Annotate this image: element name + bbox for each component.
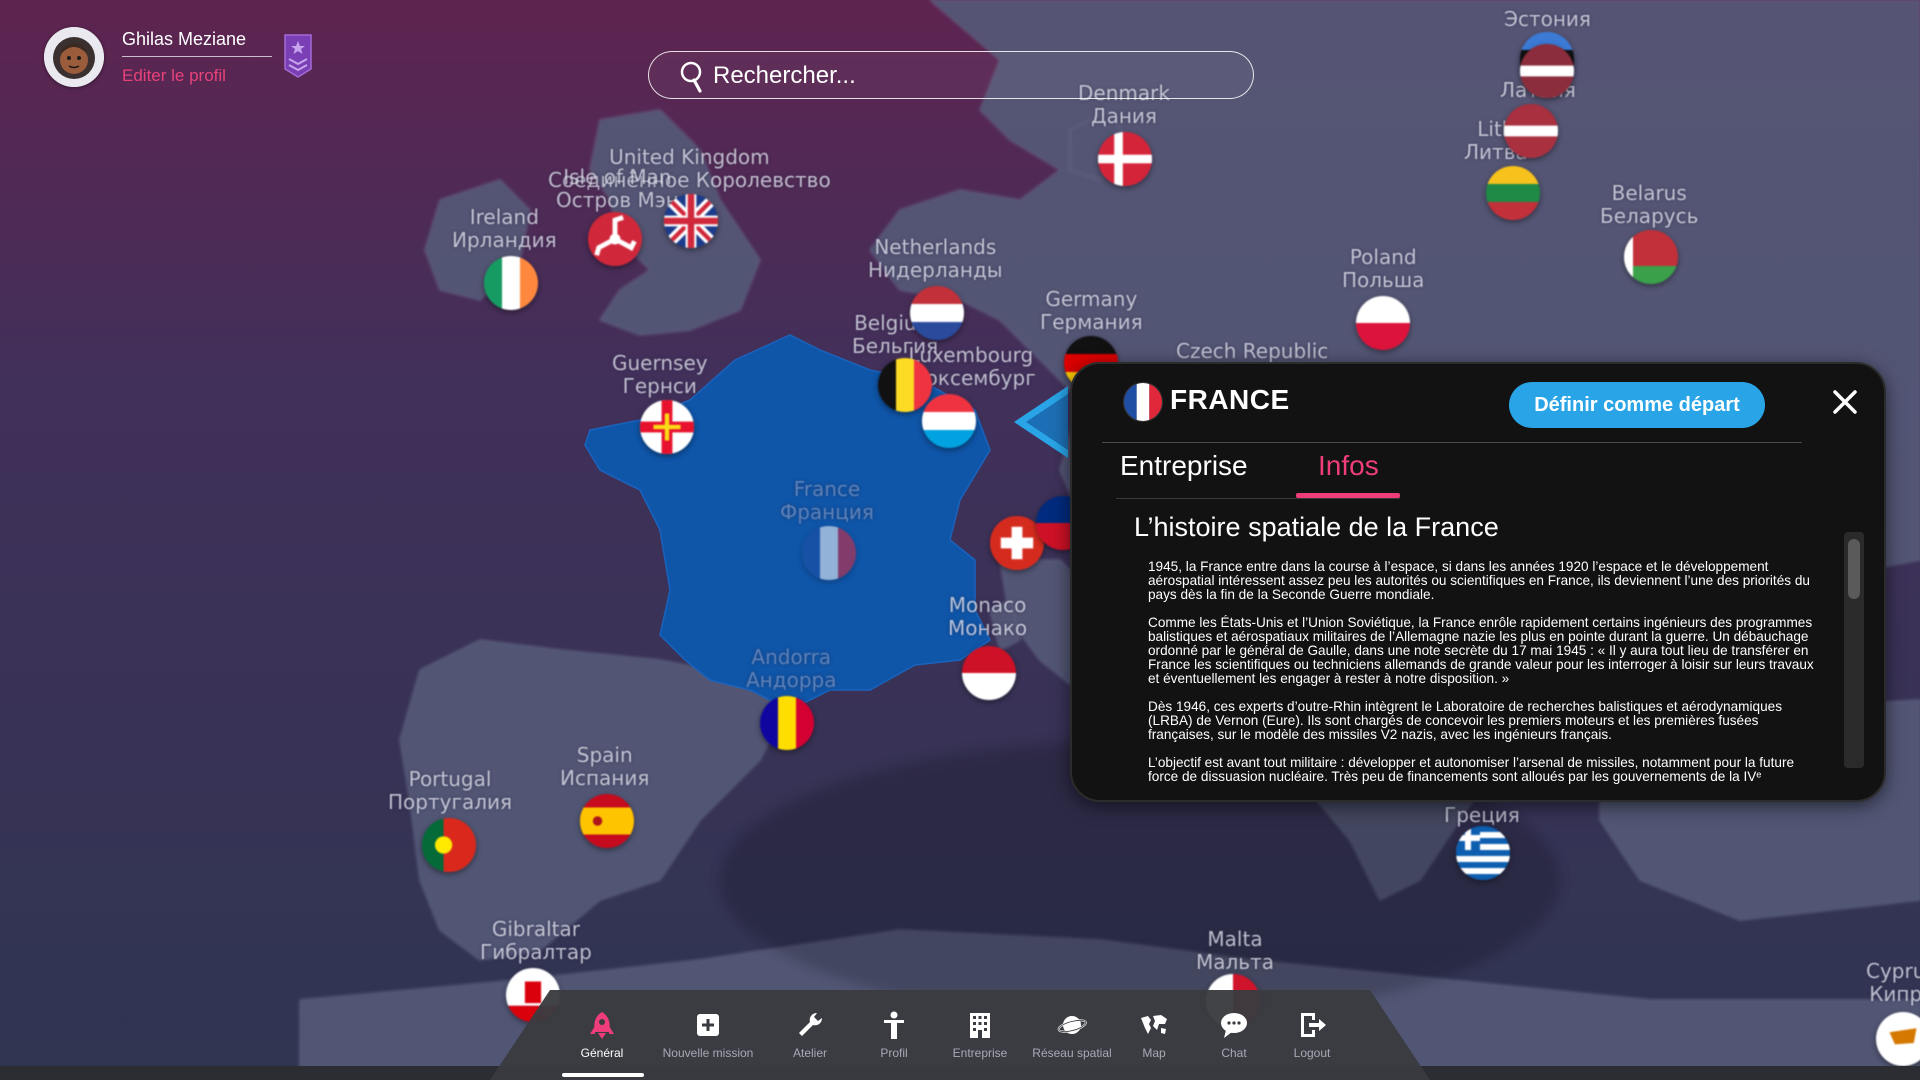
flag-france[interactable] [802, 526, 856, 580]
map-label-guernsey[interactable]: Guernsey Гернси [612, 352, 708, 398]
nav-entreprise[interactable]: Entreprise [930, 990, 1030, 1070]
map-label-czech[interactable]: Czech Republic [1176, 340, 1328, 363]
nav-new-mission[interactable]: Nouvelle mission [658, 990, 758, 1070]
nav-profil[interactable]: Profil [844, 990, 944, 1070]
tab-active-indicator [1296, 493, 1400, 498]
wrench-icon [799, 1012, 823, 1036]
close-icon[interactable] [1827, 384, 1863, 420]
article-paragraph: Dès 1946, ces experts d’outre-Rhin intèg… [1148, 699, 1782, 742]
planet-icon [1057, 1016, 1087, 1034]
flag-isle-of-man[interactable] [588, 212, 642, 266]
map-label-cyprus[interactable]: Cypru Кипр [1866, 960, 1920, 1006]
map-label-spain[interactable]: Spain Испания [560, 744, 649, 790]
article-paragraph: 1945, la France entre dans la course à l… [1148, 560, 1810, 602]
flag-netherlands[interactable] [910, 286, 964, 340]
france-flag-icon [1124, 383, 1162, 421]
scrollbar-thumb[interactable] [1848, 539, 1860, 599]
panel-pointer-arrow [1014, 386, 1068, 458]
map-label-andorra[interactable]: Andorra Андорра [746, 646, 836, 692]
map-label-malta[interactable]: Malta Мальта [1196, 928, 1274, 974]
flag-denmark[interactable] [1098, 132, 1152, 186]
flag-guernsey[interactable] [640, 400, 694, 454]
map-label-monaco[interactable]: Monaco Монако [948, 594, 1027, 640]
flag-united-kingdom[interactable] [664, 194, 718, 248]
bottom-nav: Général Nouvelle mission Atelier Profil [490, 990, 1450, 1080]
flag-lithuania-2[interactable] [1486, 166, 1540, 220]
country-info-panel: FRANCE Définir comme départ Entreprise I… [1070, 362, 1886, 802]
map-label-gibraltar[interactable]: Gibraltar Гибралтар [480, 918, 592, 964]
logout-icon [1301, 1013, 1326, 1037]
article-body[interactable]: 1945, la France entre dans la course à l… [1148, 560, 1824, 784]
rank-badge-icon [284, 34, 312, 78]
article-paragraph: Comme les États-Unis et l’Union Soviétiq… [1148, 615, 1814, 686]
map-label-poland[interactable]: Poland Польша [1342, 246, 1424, 292]
flag-ireland[interactable] [484, 256, 538, 310]
map-label-isle-of-man[interactable]: Isle of Man Остров Мэн [556, 166, 679, 212]
nav-general[interactable]: Général [552, 990, 652, 1070]
flag-belarus[interactable] [1624, 230, 1678, 284]
flag-poland[interactable] [1356, 296, 1410, 350]
person-icon [884, 1011, 904, 1039]
building-icon [970, 1013, 990, 1038]
flag-portugal[interactable] [422, 818, 476, 872]
map-label-estonia[interactable]: Эстония [1504, 8, 1591, 31]
flag-monaco[interactable] [962, 646, 1016, 700]
flag-belgium[interactable] [878, 358, 932, 412]
nav-label: Logout [1293, 1046, 1331, 1060]
article-title: L’histoire spatiale de la France [1134, 512, 1499, 542]
map-label-belarus[interactable]: Belarus Беларусь [1600, 182, 1698, 228]
article-paragraph: L’objectif est avant tout militaire : dé… [1148, 755, 1795, 784]
nav-active-indicator [562, 1073, 644, 1077]
flag-latvia[interactable] [1520, 44, 1574, 98]
avatar[interactable] [44, 27, 104, 87]
panel-divider [1102, 442, 1802, 443]
world-map-icon [1141, 1015, 1167, 1034]
tab-entreprise[interactable]: Entreprise [1120, 450, 1248, 502]
search-input[interactable] [713, 60, 1233, 92]
plus-square-icon [697, 1014, 719, 1036]
map-label-france[interactable]: France Франция [780, 478, 874, 524]
flag-andorra[interactable] [760, 696, 814, 750]
rocket-icon [590, 1012, 614, 1039]
flag-lithuania[interactable] [1504, 104, 1558, 158]
nav-label: Entreprise [952, 1046, 1008, 1060]
flag-greece[interactable] [1456, 826, 1510, 880]
nav-logout[interactable]: Logout [1262, 990, 1362, 1070]
edit-profile-link[interactable]: Editer le profil [122, 66, 226, 86]
map-label-ireland[interactable]: Ireland Ирландия [452, 206, 557, 252]
map-label-greece[interactable]: Греция [1444, 804, 1520, 827]
flag-luxembourg[interactable] [922, 394, 976, 448]
user-divider [122, 56, 272, 57]
set-start-button[interactable]: Définir comme départ [1509, 382, 1765, 428]
map-label-portugal[interactable]: Portugal Португалия [388, 768, 512, 814]
nav-label: Profil [880, 1046, 908, 1060]
chat-bubble-icon [1221, 1013, 1247, 1038]
map-label-netherlands[interactable]: Netherlands Нидерланды [868, 236, 1003, 282]
search-bar[interactable] [648, 51, 1254, 99]
astronaut-avatar-icon [44, 27, 104, 87]
search-icon[interactable] [679, 60, 707, 94]
tabs-baseline [1116, 498, 1400, 499]
user-name: Ghilas Meziane [122, 29, 247, 49]
flag-spain[interactable] [580, 794, 634, 848]
country-title: FRANCE [1170, 384, 1290, 415]
map-label-germany[interactable]: Germany Германия [1040, 288, 1143, 334]
nav-label: Nouvelle mission [662, 1046, 754, 1060]
nav-label: Général [580, 1046, 624, 1060]
